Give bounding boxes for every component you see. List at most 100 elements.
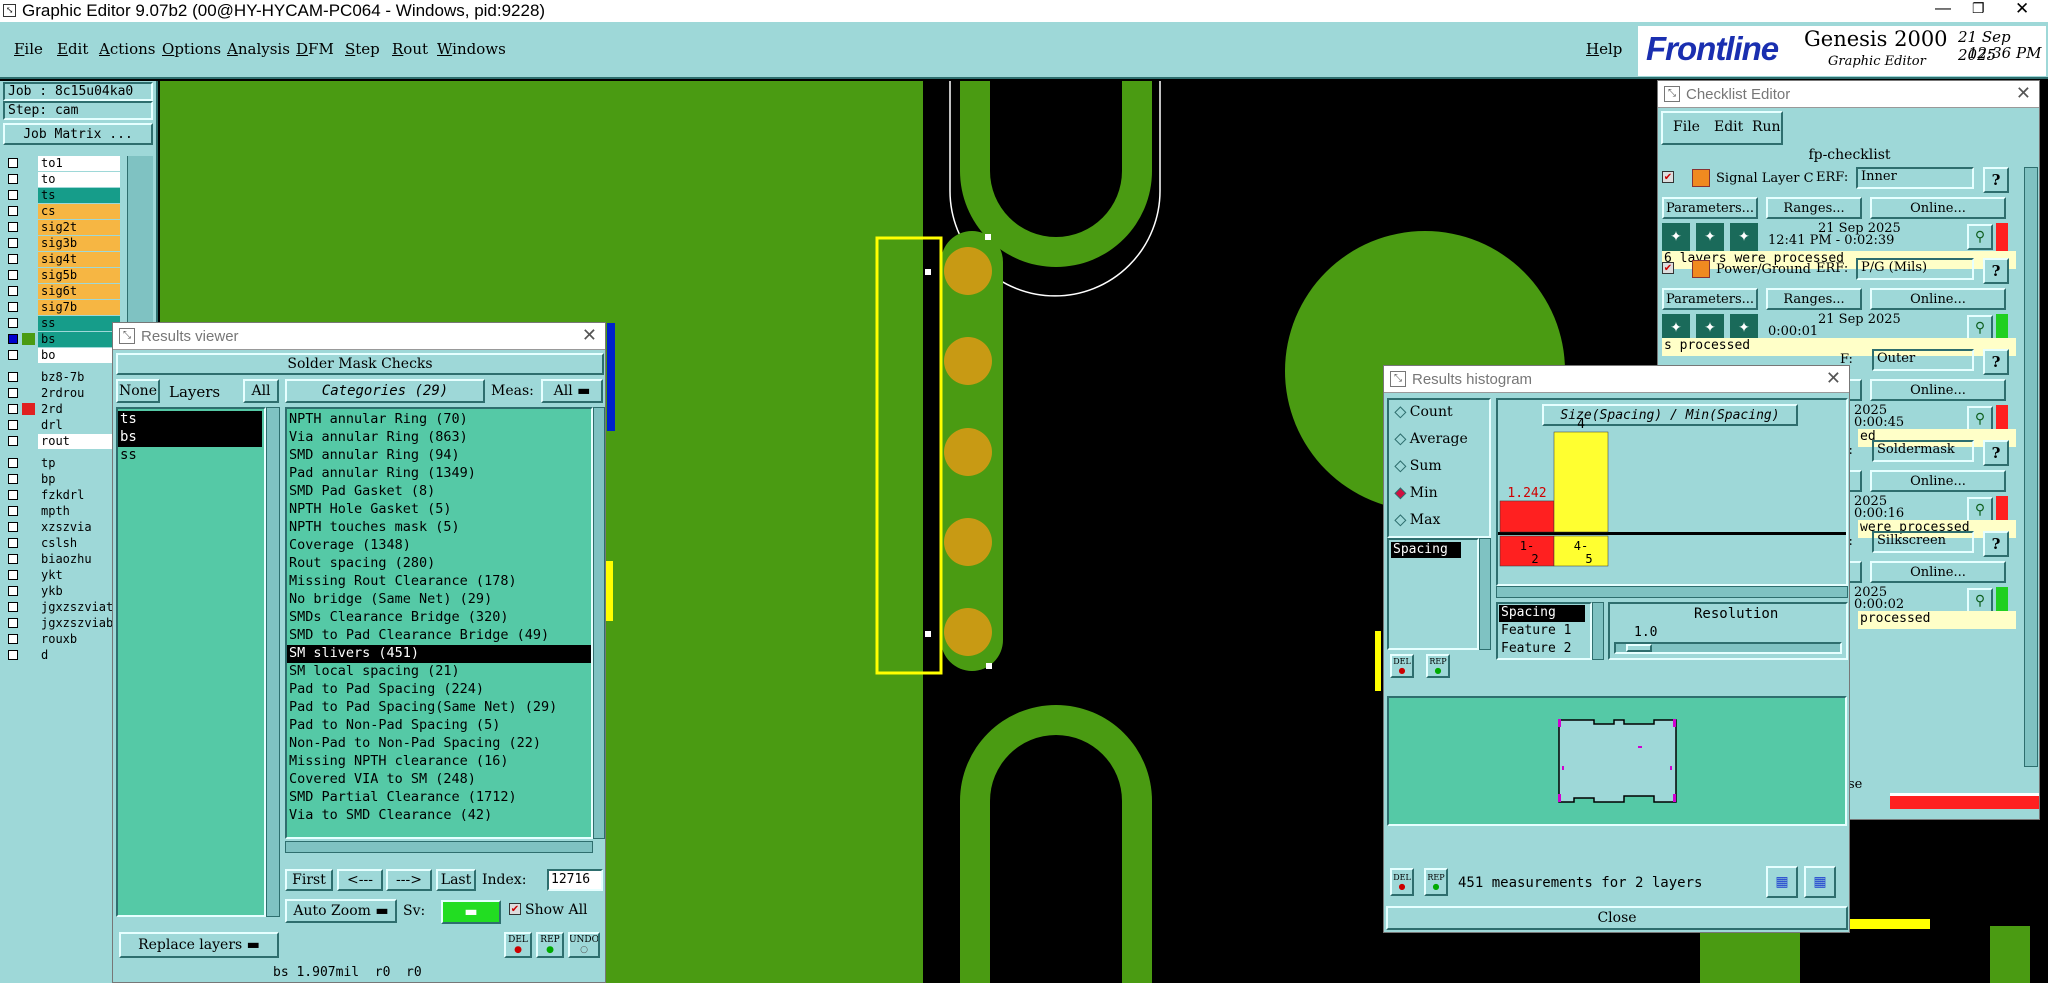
histogram-plot[interactable]: 1.242 1-2 4 4-5 <box>1498 400 1846 584</box>
layer-color-swatch[interactable] <box>22 521 35 533</box>
layer-name[interactable]: rout <box>38 434 120 449</box>
checklist-menu-file[interactable]: File <box>1673 119 1700 135</box>
menu-file[interactable]: File <box>14 40 43 58</box>
category-item[interactable]: SMD annular Ring (94) <box>287 447 591 465</box>
sv-color-dropdown[interactable]: ▬ <box>441 900 501 924</box>
layer-color-swatch[interactable] <box>22 301 35 313</box>
layer-name[interactable]: sig3b <box>38 236 120 251</box>
layer-checkbox[interactable] <box>8 634 18 644</box>
none-button[interactable]: None <box>116 379 160 403</box>
layer-color-swatch[interactable] <box>22 221 35 233</box>
layer-color-swatch[interactable] <box>22 387 35 399</box>
layer-checkbox[interactable] <box>8 302 18 312</box>
layer-color-swatch[interactable] <box>22 189 35 201</box>
meas-dropdown[interactable]: All ▬ <box>541 379 603 403</box>
layer-row[interactable]: sig4t <box>8 252 120 267</box>
layer-color-swatch[interactable] <box>22 371 35 383</box>
layer-name[interactable]: to <box>38 172 120 187</box>
hist-listbox-scrollbar[interactable] <box>1479 538 1491 650</box>
category-item[interactable]: SMDs Clearance Bridge (320) <box>287 609 591 627</box>
layer-checkbox[interactable] <box>8 602 18 612</box>
parameters-button[interactable]: Parameters... <box>1662 197 1758 219</box>
run-figure-icon[interactable]: ✦ <box>1662 223 1690 251</box>
layer-color-swatch[interactable] <box>22 505 35 517</box>
layer-row[interactable]: rouxb <box>8 632 120 647</box>
ranges-button[interactable]: Ranges... <box>1766 288 1862 310</box>
erf-value[interactable]: Soldermask <box>1872 440 1974 462</box>
hist-rep-button[interactable]: REP ● <box>1426 654 1450 678</box>
layer-row[interactable]: ts <box>8 188 120 203</box>
layer-name[interactable]: sig5b <box>38 268 120 283</box>
erf-value[interactable]: Inner <box>1856 167 1974 189</box>
layer-row[interactable]: to <box>8 172 120 187</box>
layer-name[interactable]: to1 <box>38 156 120 171</box>
online-button[interactable]: Online... <box>1870 197 2006 219</box>
prev-button[interactable]: <--- <box>337 869 383 891</box>
layer-row[interactable]: biaozhu <box>8 552 120 567</box>
checklist-item-label[interactable]: Signal Layer Ch <box>1716 171 1814 186</box>
run-figure-icon[interactable]: ✦ <box>1696 223 1724 251</box>
layer-checkbox[interactable] <box>8 490 18 500</box>
layer-name[interactable]: tp <box>38 456 120 471</box>
hist-rep2-button[interactable]: REP ● <box>1424 868 1448 896</box>
layer-name[interactable]: bo <box>38 348 120 363</box>
category-item[interactable]: SMD Partial Clearance (1712) <box>287 789 591 807</box>
layer-name[interactable]: biaozhu <box>38 552 120 567</box>
auto-zoom-dropdown[interactable]: Auto Zoom ▬ <box>285 899 397 923</box>
close-histogram-button[interactable]: Close <box>1386 906 1848 930</box>
layer-color-swatch[interactable] <box>22 253 35 265</box>
category-item[interactable]: SMD Pad Gasket (8) <box>287 483 591 501</box>
layer-checkbox[interactable] <box>8 286 18 296</box>
resolution-slider-thumb[interactable] <box>1626 644 1652 652</box>
layer-checkbox[interactable] <box>8 586 18 596</box>
layer-name[interactable]: rouxb <box>38 632 120 647</box>
field-feature1[interactable]: Feature 1 <box>1501 623 1571 638</box>
layer-color-swatch[interactable] <box>22 285 35 297</box>
online-button[interactable]: Online... <box>1870 470 2006 492</box>
checklist-item-label[interactable]: Power/Ground C <box>1716 262 1814 277</box>
job-matrix-button[interactable]: Job Matrix ... <box>3 123 153 145</box>
layer-name[interactable]: sig7b <box>38 300 120 315</box>
layer-color-swatch[interactable] <box>22 333 35 345</box>
layer-row[interactable]: sig5b <box>8 268 120 283</box>
close-icon[interactable]: ✕ <box>2016 83 2031 104</box>
menu-dfm[interactable]: DFM <box>296 40 334 58</box>
all-button[interactable]: All <box>243 379 279 403</box>
category-item[interactable]: Pad to Pad Spacing(Same Net) (29) <box>287 699 591 717</box>
last-button[interactable]: Last <box>436 869 476 891</box>
next-button[interactable]: ---> <box>386 869 432 891</box>
layer-row[interactable]: bz8-7b <box>8 370 120 385</box>
field-list-scrollbar[interactable] <box>1592 602 1604 660</box>
ranges-button[interactable]: Ranges... <box>1766 197 1862 219</box>
layer-name[interactable]: 2rdrou <box>38 386 120 401</box>
layer-checkbox[interactable] <box>8 388 18 398</box>
category-item[interactable]: Via to SMD Clearance (42) <box>287 807 591 825</box>
function-option-min[interactable]: ◆ Min <box>1395 485 1438 502</box>
layer-checkbox[interactable] <box>8 372 18 382</box>
graph-button-2[interactable]: ▦ <box>1804 866 1836 898</box>
layer-color-swatch[interactable] <box>22 205 35 217</box>
close-icon[interactable]: ✕ <box>1826 368 1841 389</box>
histogram-bar[interactable] <box>1499 500 1555 533</box>
layer-name[interactable]: cs <box>38 204 120 219</box>
category-item[interactable]: No bridge (Same Net) (29) <box>287 591 591 609</box>
close-icon[interactable]: ✕ <box>582 325 597 346</box>
layer-name[interactable]: bs <box>38 332 120 347</box>
layer-checkbox[interactable] <box>8 404 18 414</box>
layer-row[interactable]: bs <box>8 332 120 347</box>
menu-analysis[interactable]: Analysis <box>227 40 290 58</box>
help-button[interactable]: ? <box>1983 258 2009 284</box>
layer-row[interactable]: drl <box>8 418 120 433</box>
layer-checkbox[interactable] <box>8 420 18 430</box>
online-button[interactable]: Online... <box>1870 288 2006 310</box>
layer-name[interactable]: sig4t <box>38 252 120 267</box>
restore-button[interactable]: ❐ <box>1972 0 1985 17</box>
close-button[interactable]: ✕ <box>2015 0 2029 19</box>
layer-name[interactable]: cslsh <box>38 536 120 551</box>
field-feature2[interactable]: Feature 2 <box>1501 641 1571 656</box>
layer-color-swatch[interactable] <box>22 633 35 645</box>
layer-row[interactable]: jgxzszviat <box>8 600 120 615</box>
help-button[interactable]: ? <box>1983 440 2009 466</box>
checklist-menu-edit[interactable]: Edit <box>1714 119 1743 135</box>
layer-row[interactable]: ykt <box>8 568 120 583</box>
